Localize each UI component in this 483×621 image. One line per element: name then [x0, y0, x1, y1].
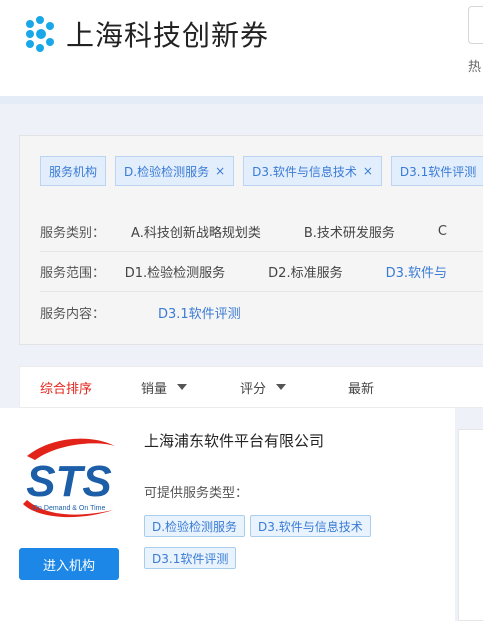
filter-option[interactable]: C — [438, 224, 447, 239]
org-name[interactable]: 上海浦东软件平台有限公司 — [144, 430, 324, 451]
selected-filters: 服务机构 D.检验检测服务 × D3.软件与信息技术 × D3.1软件评测 × — [40, 156, 483, 186]
filter-row-category: 服务类别： A.科技创新战略规划类 B.技术研发服务 C — [40, 212, 483, 252]
sort-bar: 综合排序 销量 评分 最新 — [19, 366, 483, 408]
filter-chip-org[interactable]: 服务机构 — [40, 156, 107, 186]
logo-text: STS — [26, 457, 112, 506]
filter-option-selected[interactable]: D3.软件与 — [386, 262, 447, 281]
brand-logo-icon — [26, 16, 54, 52]
filter-row-label: 服务范围： — [40, 266, 106, 281]
remove-chip-icon[interactable]: × — [363, 164, 373, 178]
enter-org-button[interactable]: 进入机构 — [19, 548, 119, 580]
caret-down-icon — [177, 384, 188, 390]
service-tag: D3.软件与信息技术 — [250, 515, 371, 537]
org-logo[interactable]: STS On Demand & On Time — [17, 426, 121, 530]
filter-option-selected[interactable]: D3.1软件评测 — [158, 303, 241, 322]
brand[interactable]: 上海科技创新券 — [22, 12, 269, 56]
sort-comprehensive[interactable]: 综合排序 — [40, 367, 92, 407]
caret-down-icon — [276, 384, 287, 390]
service-tag: D3.1软件评测 — [144, 547, 237, 569]
sort-rating[interactable]: 评分 — [240, 367, 287, 407]
remove-chip-icon[interactable]: × — [215, 164, 225, 178]
sort-newest[interactable]: 最新 — [348, 367, 374, 407]
filter-option[interactable]: A.科技创新战略规划类 — [131, 222, 261, 241]
logo-tagline: On Demand & On Time — [33, 505, 106, 512]
sort-sales[interactable]: 销量 — [141, 367, 188, 407]
search-input[interactable] — [468, 6, 483, 44]
filter-row-content: 服务内容： D3.1软件评测 — [40, 292, 483, 332]
filter-row-label: 服务类别： — [40, 226, 106, 241]
filter-chip-software[interactable]: D3.软件与信息技术 × — [243, 156, 382, 186]
filter-option[interactable]: D1.检验检测服务 — [125, 262, 225, 281]
filter-option[interactable]: D2.标准服务 — [268, 262, 342, 281]
services-title: 可提供服务类型： — [144, 486, 249, 501]
filter-row-label: 服务内容： — [40, 306, 106, 322]
filter-chip-inspection[interactable]: D.检验检测服务 × — [115, 156, 235, 186]
site-header: 上海科技创新券 热 — [0, 0, 483, 96]
filter-row-scope: 服务范围： D1.检验检测服务 D2.标准服务 D3.软件与 — [40, 252, 483, 292]
service-tag: D.检验检测服务 — [144, 515, 246, 537]
filter-chip-software-eval[interactable]: D3.1软件评测 × — [390, 156, 483, 186]
hot-search-label: 热 — [468, 60, 482, 75]
filter-option[interactable]: B.技术研发服务 — [304, 222, 395, 241]
brand-name: 上海科技创新券 — [66, 19, 270, 52]
side-panel — [458, 429, 483, 621]
filter-panel: 服务机构 D.检验检测服务 × D3.软件与信息技术 × D3.1软件评测 × … — [19, 135, 483, 345]
header-divider — [0, 96, 483, 104]
org-card: STS On Demand & On Time 上海浦东软件平台有限公司 可提供… — [0, 408, 455, 621]
